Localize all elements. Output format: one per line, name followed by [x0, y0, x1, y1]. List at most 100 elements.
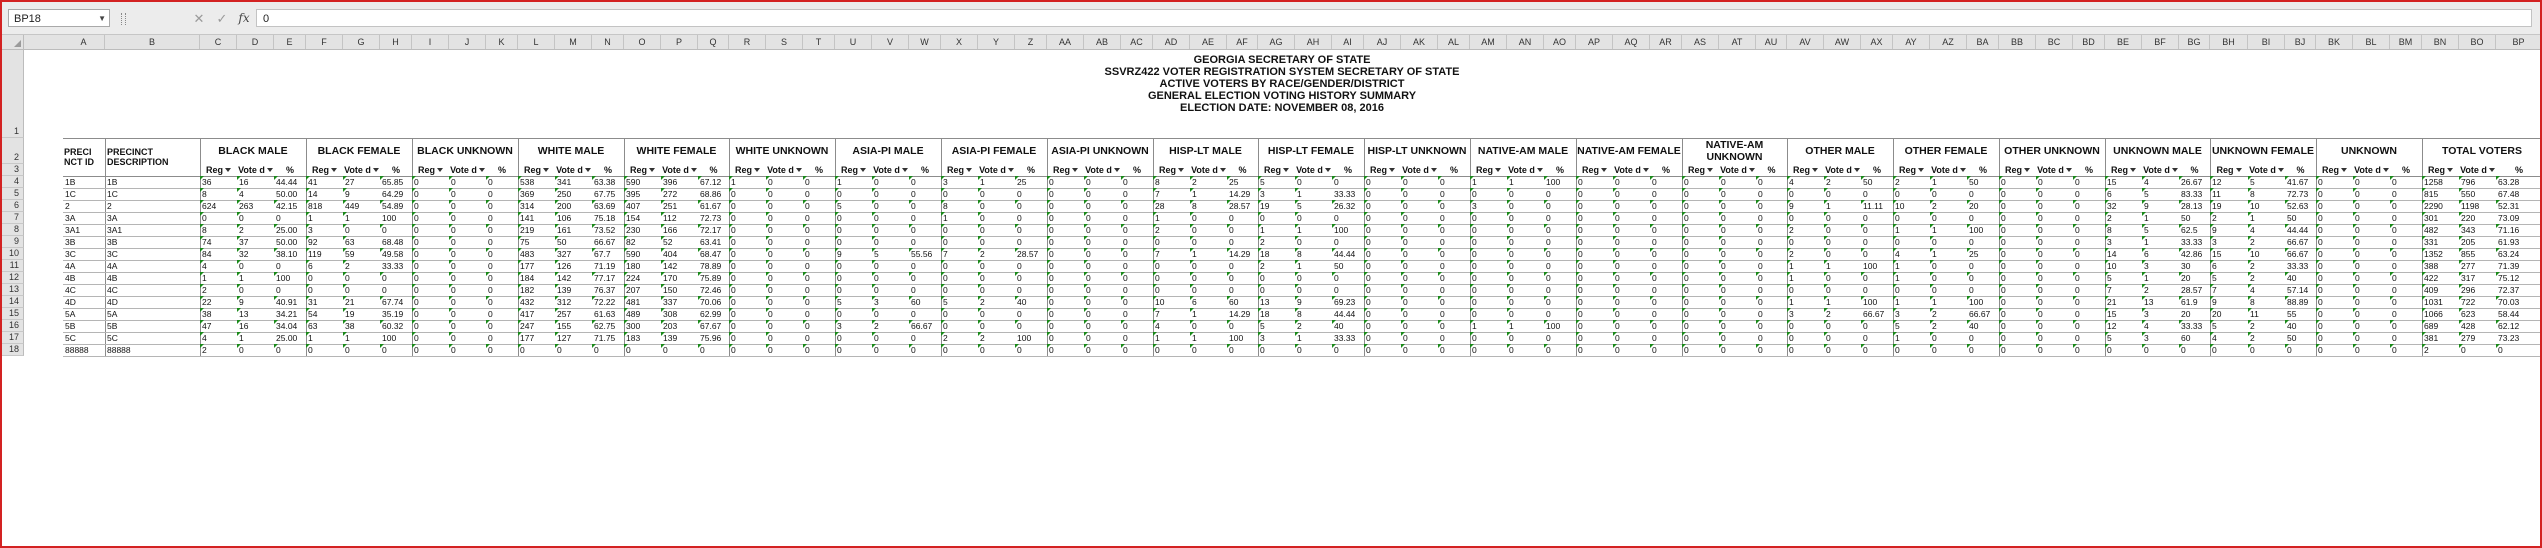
data-cell[interactable]: 15 [2210, 248, 2248, 260]
data-cell[interactable]: 1 [1824, 260, 1861, 272]
data-cell[interactable]: 9 [2210, 224, 2248, 236]
data-cell[interactable]: 0 [909, 212, 941, 224]
data-cell[interactable]: 64.29 [380, 188, 412, 200]
filter-dropdown-icon[interactable] [1430, 168, 1437, 172]
data-cell[interactable]: 381 [2422, 332, 2459, 344]
data-cell[interactable]: 72.17 [698, 224, 729, 236]
data-cell[interactable]: 0 [1613, 272, 1650, 284]
data-cell[interactable]: 5 [2105, 272, 2142, 284]
data-cell[interactable]: 689 [2422, 320, 2459, 332]
data-cell[interactable]: 409 [2422, 284, 2459, 296]
data-cell[interactable]: 0 [1084, 188, 1121, 200]
data-cell[interactable]: 14 [2105, 248, 2142, 260]
data-cell[interactable]: 50 [1861, 176, 1893, 188]
data-cell[interactable]: 0 [803, 188, 835, 200]
column-header-ak[interactable]: AK [1401, 35, 1438, 49]
data-cell[interactable]: 9 [835, 248, 872, 260]
data-cell[interactable]: 0 [1824, 332, 1861, 344]
data-cell[interactable]: 0 [1047, 320, 1084, 332]
data-cell[interactable]: 0 [872, 308, 909, 320]
data-cell[interactable]: 0 [1824, 344, 1861, 356]
data-cell[interactable]: 0 [449, 248, 486, 260]
data-cell[interactable]: 0 [1047, 260, 1084, 272]
data-cell[interactable]: 0 [486, 332, 518, 344]
filter-dropdown-icon[interactable] [2277, 168, 2284, 172]
data-cell[interactable]: 0 [1295, 212, 1332, 224]
data-cell[interactable]: 0 [835, 236, 872, 248]
filter-dropdown-icon[interactable] [966, 168, 972, 172]
column-header-z[interactable]: Z [1015, 35, 1047, 49]
data-cell[interactable]: 72.22 [592, 296, 624, 308]
data-cell[interactable]: 0 [1544, 212, 1576, 224]
data-cell[interactable]: 84 [200, 248, 237, 260]
sub-header-pct[interactable]: % [1227, 164, 1258, 176]
data-cell[interactable]: 0 [2390, 296, 2422, 308]
data-cell[interactable]: 277 [2459, 260, 2496, 272]
data-cell[interactable]: 3 [2142, 308, 2179, 320]
data-cell[interactable]: 1 [1787, 272, 1824, 284]
data-cell[interactable]: 0 [803, 248, 835, 260]
data-cell[interactable]: 0 [1613, 308, 1650, 320]
data-cell[interactable]: 0 [1650, 272, 1682, 284]
sub-header-reg[interactable]: Reg [2105, 164, 2142, 176]
data-cell[interactable]: 0 [766, 200, 803, 212]
data-cell[interactable]: 0 [2390, 344, 2422, 356]
data-cell[interactable]: 0 [1047, 344, 1084, 356]
data-cell[interactable]: 0 [449, 224, 486, 236]
data-cell[interactable]: 230 [624, 224, 661, 236]
data-cell[interactable]: 3 [1258, 188, 1295, 200]
data-cell[interactable]: 0 [1544, 260, 1576, 272]
data-cell[interactable]: 0 [2316, 212, 2353, 224]
data-cell[interactable]: 0 [2073, 272, 2105, 284]
precinct-id-cell[interactable]: 5B [63, 320, 105, 332]
data-cell[interactable]: 0 [1613, 224, 1650, 236]
data-cell[interactable]: 0 [449, 188, 486, 200]
sub-header-pct[interactable]: % [2390, 164, 2422, 176]
data-cell[interactable]: 624 [200, 200, 237, 212]
data-cell[interactable]: 63.69 [592, 200, 624, 212]
data-cell[interactable]: 127 [555, 332, 592, 344]
precinct-description-cell[interactable]: 1C [105, 188, 200, 200]
data-cell[interactable]: 0 [1047, 332, 1084, 344]
data-cell[interactable]: 142 [661, 260, 698, 272]
column-header-ab[interactable]: AB [1084, 35, 1121, 49]
data-cell[interactable]: 590 [624, 248, 661, 260]
data-cell[interactable]: 0 [909, 284, 941, 296]
sub-header-reg[interactable]: Reg [2210, 164, 2248, 176]
data-cell[interactable]: 0 [1507, 332, 1544, 344]
data-cell[interactable]: 38.10 [274, 248, 306, 260]
data-cell[interactable]: 0 [1719, 200, 1756, 212]
data-cell[interactable]: 396 [661, 176, 698, 188]
data-cell[interactable]: 0 [729, 260, 766, 272]
data-cell[interactable]: 83.33 [2179, 188, 2210, 200]
sub-header-voted[interactable]: Vote d [872, 164, 909, 176]
data-cell[interactable]: 0 [1930, 260, 1967, 272]
data-cell[interactable]: 0 [1364, 332, 1401, 344]
data-cell[interactable]: 0 [729, 212, 766, 224]
data-cell[interactable]: 142 [555, 272, 592, 284]
data-cell[interactable]: 0 [1401, 308, 1438, 320]
data-cell[interactable]: 75 [518, 236, 555, 248]
sub-header-pct[interactable]: % [2073, 164, 2105, 176]
data-cell[interactable]: 0 [2390, 260, 2422, 272]
data-cell[interactable]: 1 [1190, 308, 1227, 320]
data-cell[interactable]: 4 [1153, 320, 1190, 332]
data-cell[interactable]: 0 [1613, 332, 1650, 344]
data-cell[interactable]: 75.89 [698, 272, 729, 284]
data-cell[interactable]: 0 [1999, 284, 2036, 296]
data-cell[interactable]: 0 [872, 224, 909, 236]
filter-dropdown-icon[interactable] [1601, 168, 1607, 172]
data-cell[interactable]: 404 [661, 248, 698, 260]
data-cell[interactable]: 0 [1999, 296, 2036, 308]
data-cell[interactable]: 21 [343, 296, 380, 308]
data-cell[interactable]: 0 [1438, 200, 1470, 212]
data-cell[interactable]: 0 [1576, 284, 1613, 296]
data-cell[interactable]: 0 [803, 284, 835, 296]
data-cell[interactable]: 0 [1756, 284, 1787, 296]
data-cell[interactable]: 0 [1401, 260, 1438, 272]
data-cell[interactable]: 8 [1295, 308, 1332, 320]
data-cell[interactable]: 0 [1576, 212, 1613, 224]
data-cell[interactable]: 0 [2316, 200, 2353, 212]
data-cell[interactable]: 72.73 [2285, 188, 2316, 200]
data-cell[interactable]: 0 [412, 236, 449, 248]
